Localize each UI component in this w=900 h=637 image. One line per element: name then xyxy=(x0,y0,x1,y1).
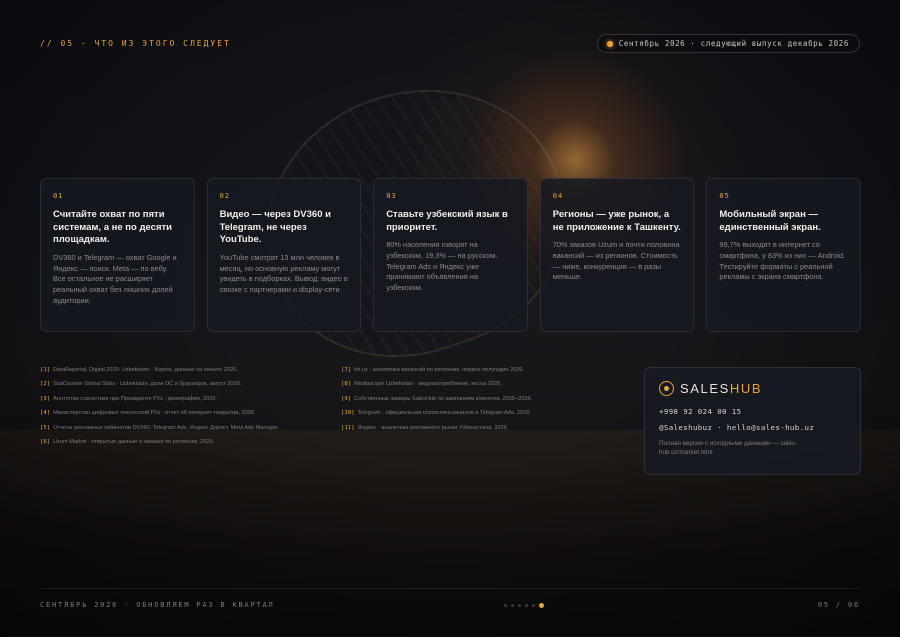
page-dot[interactable] xyxy=(525,604,528,607)
page-dot[interactable] xyxy=(518,604,521,607)
source-number: [2] xyxy=(40,381,51,388)
page-dot[interactable] xyxy=(532,604,535,607)
takeaway-card: 01 Считайте охват по пяти системам, а не… xyxy=(40,178,195,332)
source-text: StatCounter Global Stats · Uzbekistan, д… xyxy=(53,381,242,388)
source-number: [7] xyxy=(341,367,352,373)
card-title: Ставьте узбекский язык в приоритет. xyxy=(386,209,508,233)
source-text: Отчеты рекламных кабинетов DV360, Telegr… xyxy=(53,424,279,431)
sources-list-left: [1] DataReportal, Digital 2026: Uzbekista… xyxy=(40,366,312,452)
section-label: // 05 · что из этого следует xyxy=(40,39,231,48)
source-item: [7] hh.uz · аналитика вакансий по региона… xyxy=(341,366,613,374)
card-title: Регионы — уже рынок, а не приложение к Т… xyxy=(552,209,681,233)
card-title: Считайте охват по пяти системам, а не по… xyxy=(53,209,172,246)
card-number: 03 xyxy=(386,192,397,200)
source-number: [8] xyxy=(341,381,352,388)
source-number: [10] xyxy=(341,410,355,417)
brand-prefix: SALES xyxy=(680,381,730,396)
source-text: Министерство цифровых технологий РУз · о… xyxy=(53,410,256,417)
card-number: 02 xyxy=(219,192,231,200)
takeaway-cards: 01 Считайте охват по пяти системам, а не… xyxy=(40,178,861,332)
page-dot[interactable] xyxy=(511,604,514,607)
source-item: [9] Собственные замеры SalesHub по кампан… xyxy=(341,395,613,403)
source-text: DataReportal, Digital 2026: Uzbekistan ·… xyxy=(53,367,238,373)
card-number: 04 xyxy=(552,192,564,200)
takeaway-card: 04 Регионы — уже рынок, а не приложение … xyxy=(539,178,695,332)
page-dot-active[interactable] xyxy=(539,603,544,608)
source-item: [6] Uzum Market · открытые данные о заказ… xyxy=(40,438,312,446)
page-dot[interactable] xyxy=(504,604,507,607)
sources-list-right: [7] hh.uz · аналитика вакансий по региона… xyxy=(341,366,613,438)
source-item: [5] Отчеты рекламных кабинетов DV360, Tel… xyxy=(40,424,312,432)
brand-suffix: HUB xyxy=(729,381,763,396)
footer-divider xyxy=(40,588,860,589)
source-item: [1] DataReportal, Digital 2026: Uzbekista… xyxy=(40,366,312,374)
card-text: 99,7% выходят в интернет со смартфона, у… xyxy=(719,240,846,282)
source-text: Uzum Market · открытые данные о заказах … xyxy=(53,438,215,445)
status-dot-icon xyxy=(606,40,613,47)
contact-note: Полная версия с исходными данными — sale… xyxy=(659,440,798,457)
source-number: [6] xyxy=(40,438,51,445)
page-number: 05 / 06 xyxy=(817,601,860,609)
takeaway-card: 03 Ставьте узбекский язык в приоритет. 8… xyxy=(373,178,528,332)
source-item: [11] Яндекс · аналитика рекламного рынка … xyxy=(341,424,613,432)
brand-mark-icon xyxy=(659,381,674,396)
source-text: Агентство статистики при Президенте РУз … xyxy=(53,395,218,402)
source-item: [4] Министерство цифровых технологий РУз … xyxy=(40,409,312,417)
source-text: Telegram · официальная статистика канало… xyxy=(357,410,531,417)
source-text: Собственные замеры SalesHub по кампаниям… xyxy=(354,395,533,402)
brand-logo: SALESHUB xyxy=(659,381,846,396)
source-text: hh.uz · аналитика вакансий по регионам, … xyxy=(354,367,525,373)
card-text: 70% заказов Uzum и почти половина ваканс… xyxy=(552,240,680,282)
card-number: 01 xyxy=(53,192,64,200)
takeaway-card: 02 Видео — через DV360 и Telegram, не че… xyxy=(206,178,362,332)
card-number: 05 xyxy=(719,192,730,200)
card-title: Мобильный экран — единственный экран. xyxy=(719,209,821,233)
source-number: [5] xyxy=(40,424,51,431)
source-text: Mediascope Uzbekistan · медиапотребление… xyxy=(354,381,502,388)
footer-note: Сентябрь 2026 · обновляем раз в квартал xyxy=(40,601,275,609)
date-pill: Сентябрь 2026 · следующий выпуск декабрь… xyxy=(596,34,860,53)
source-text: Яндекс · аналитика рекламного рынка Узбе… xyxy=(357,424,509,431)
phone-link[interactable]: +998 92 024 00 15 xyxy=(659,407,846,416)
date-pill-text: Сентябрь 2026 · следующий выпуск декабрь… xyxy=(618,39,849,48)
takeaway-card: 05 Мобильный экран — единственный экран.… xyxy=(706,178,861,332)
source-number: [9] xyxy=(341,395,352,402)
card-text: 80% населения говорят на узбекском, 19,3… xyxy=(386,240,498,293)
page-indicator xyxy=(504,603,544,608)
source-item: [10] Telegram · официальная статистика ка… xyxy=(341,409,613,417)
card-title: Видео — через DV360 и Telegram, не через… xyxy=(219,209,331,246)
card-text: YouTube смотрят 13 млн человек в месяц, … xyxy=(219,252,348,295)
card-text: DV360 и Telegram — охват Google и Яндекс… xyxy=(53,252,177,305)
brand-wordmark: SALESHUB xyxy=(680,381,762,396)
source-number: [3] xyxy=(40,395,51,402)
source-item: [8] Mediascope Uzbekistan · медиапотребле… xyxy=(341,380,613,388)
source-number: [1] xyxy=(40,367,51,373)
source-number: [11] xyxy=(341,424,355,431)
source-item: [2] StatCounter Global Stats · Uzbekistan… xyxy=(40,380,312,388)
source-number: [4] xyxy=(40,410,51,417)
contact-handles[interactable]: @Saleshubuz · hello@sales-hub.uz xyxy=(659,423,846,432)
contact-card: SALESHUB +998 92 024 00 15 @Saleshubuz ·… xyxy=(644,367,861,475)
source-item: [3] Агентство статистики при Президенте Р… xyxy=(40,395,312,403)
